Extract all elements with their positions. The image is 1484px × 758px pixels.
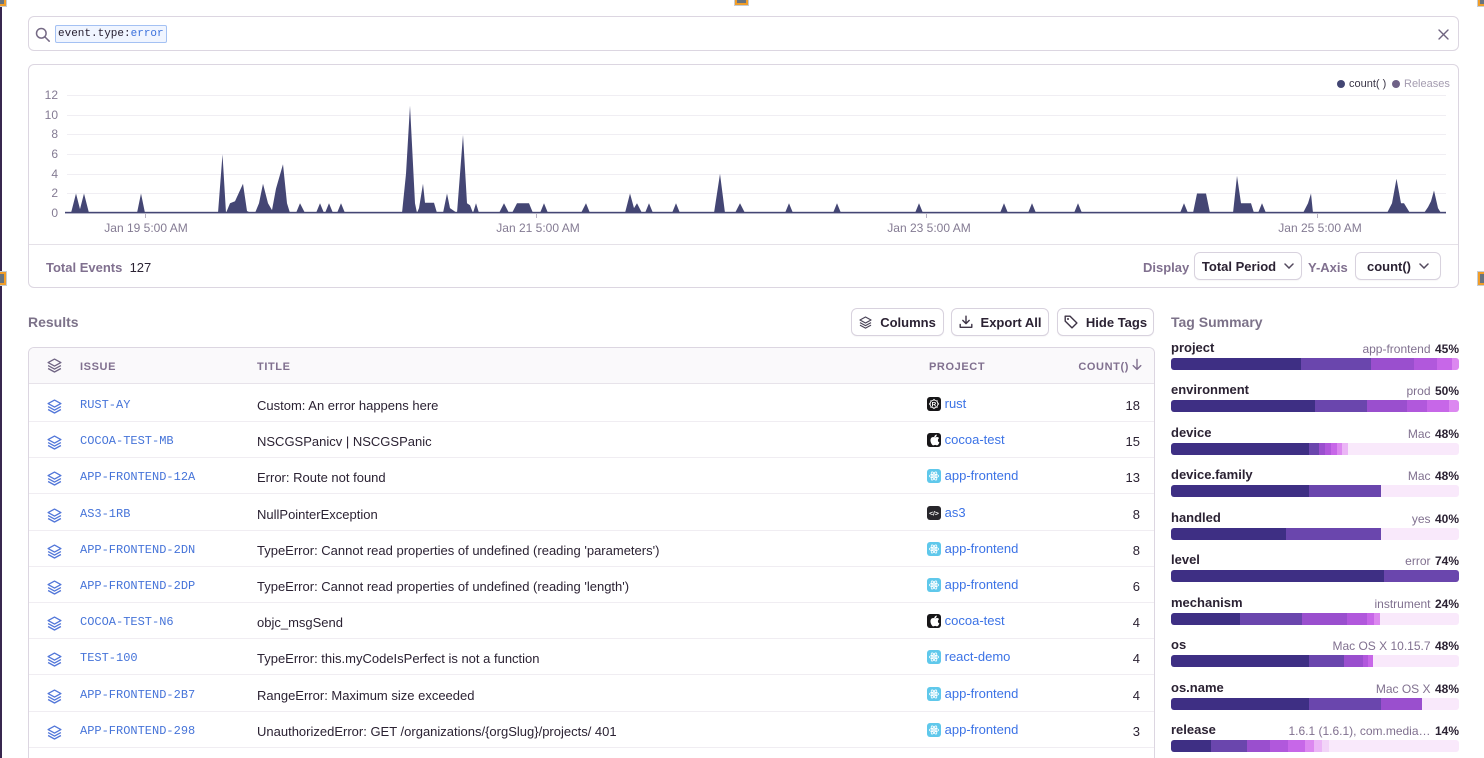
svg-text:</>: </>: [929, 511, 939, 518]
svg-text:R: R: [932, 401, 937, 408]
